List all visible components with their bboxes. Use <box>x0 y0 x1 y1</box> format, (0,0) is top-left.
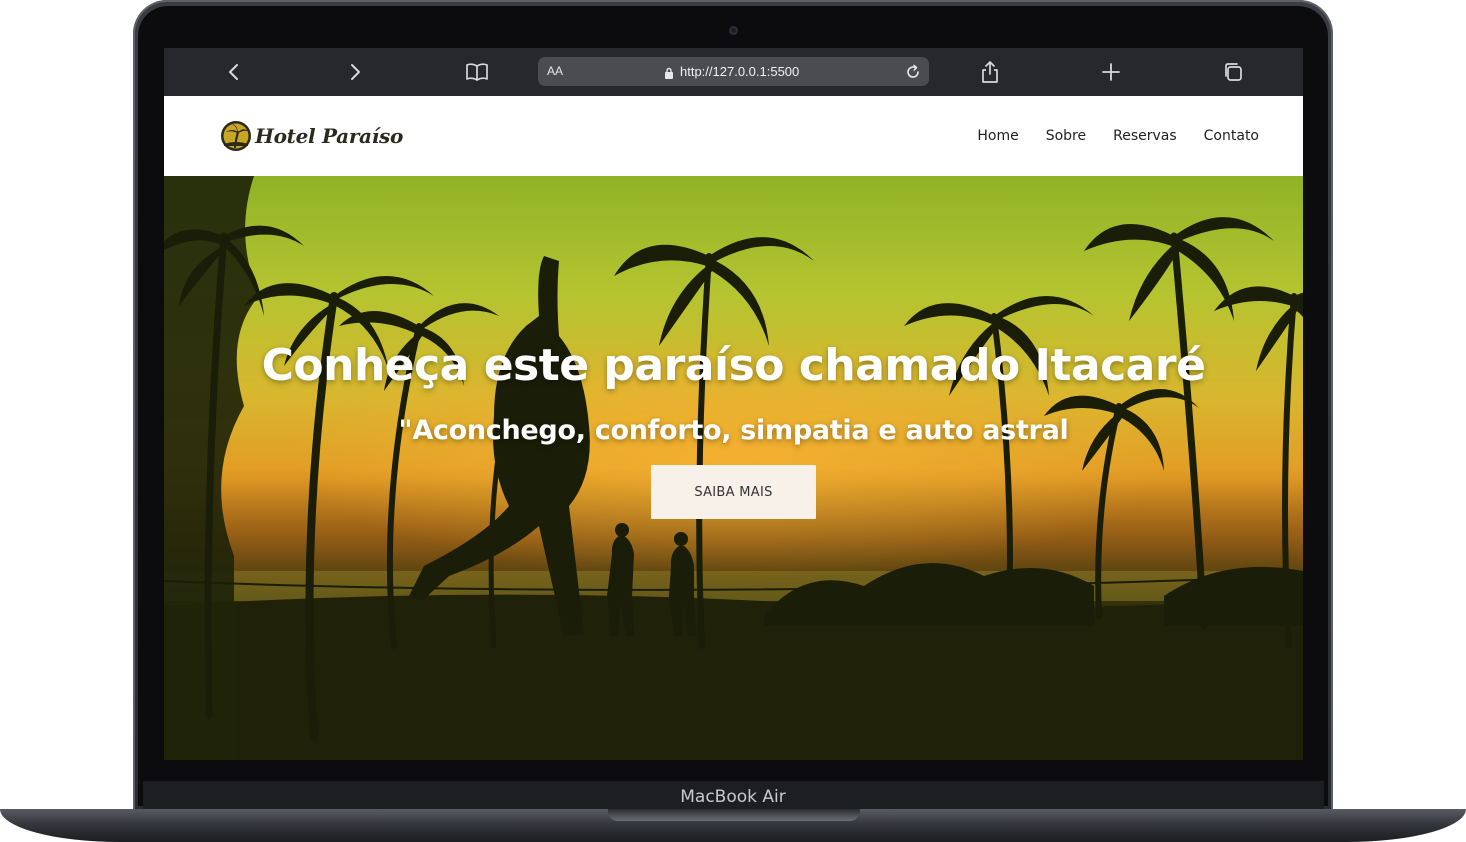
browser-toolbar: AA http://127.0.0.1:5500 <box>164 48 1303 96</box>
reload-icon[interactable] <box>904 63 922 85</box>
logo-text: Hotel Paraíso <box>255 124 404 148</box>
main-nav: Home Sobre Reservas Contato <box>950 96 1259 176</box>
laptop-notch <box>608 809 860 821</box>
screen: AA http://127.0.0.1:5500 Hotel Paraíso H… <box>164 48 1303 760</box>
site-header: Hotel Paraíso Home Sobre Reservas Contat… <box>164 96 1303 176</box>
hero-title: Conheça este paraíso chamado Itacaré <box>261 340 1206 391</box>
share-icon[interactable] <box>976 58 1004 86</box>
nav-contato[interactable]: Contato <box>1204 128 1259 144</box>
address-bar[interactable]: AA http://127.0.0.1:5500 <box>538 57 929 86</box>
nav-home[interactable]: Home <box>977 128 1018 144</box>
nav-sobre[interactable]: Sobre <box>1046 128 1086 144</box>
device-label: MacBook Air <box>680 787 786 807</box>
book-icon[interactable] <box>463 58 491 86</box>
tabs-icon[interactable] <box>1219 58 1247 86</box>
hotel-logo[interactable]: Hotel Paraíso <box>220 118 403 154</box>
saiba-mais-button[interactable]: SAIBA MAIS <box>651 465 816 519</box>
hero-subtitle: "Aconchego, conforto, simpatia e auto as… <box>398 415 1069 446</box>
palm-logo-icon <box>221 121 251 151</box>
nav-reservas[interactable]: Reservas <box>1113 128 1177 144</box>
plus-icon[interactable] <box>1097 58 1125 86</box>
hero-section: Conheça este paraíso chamado Itacaré "Ac… <box>164 176 1303 760</box>
lock-icon <box>664 65 674 84</box>
chevron-right-icon[interactable] <box>341 58 369 86</box>
chevron-left-icon[interactable] <box>220 58 248 86</box>
camera-icon <box>729 26 738 35</box>
reader-text-size-button[interactable]: AA <box>547 57 563 86</box>
url-text: http://127.0.0.1:5500 <box>680 64 800 79</box>
